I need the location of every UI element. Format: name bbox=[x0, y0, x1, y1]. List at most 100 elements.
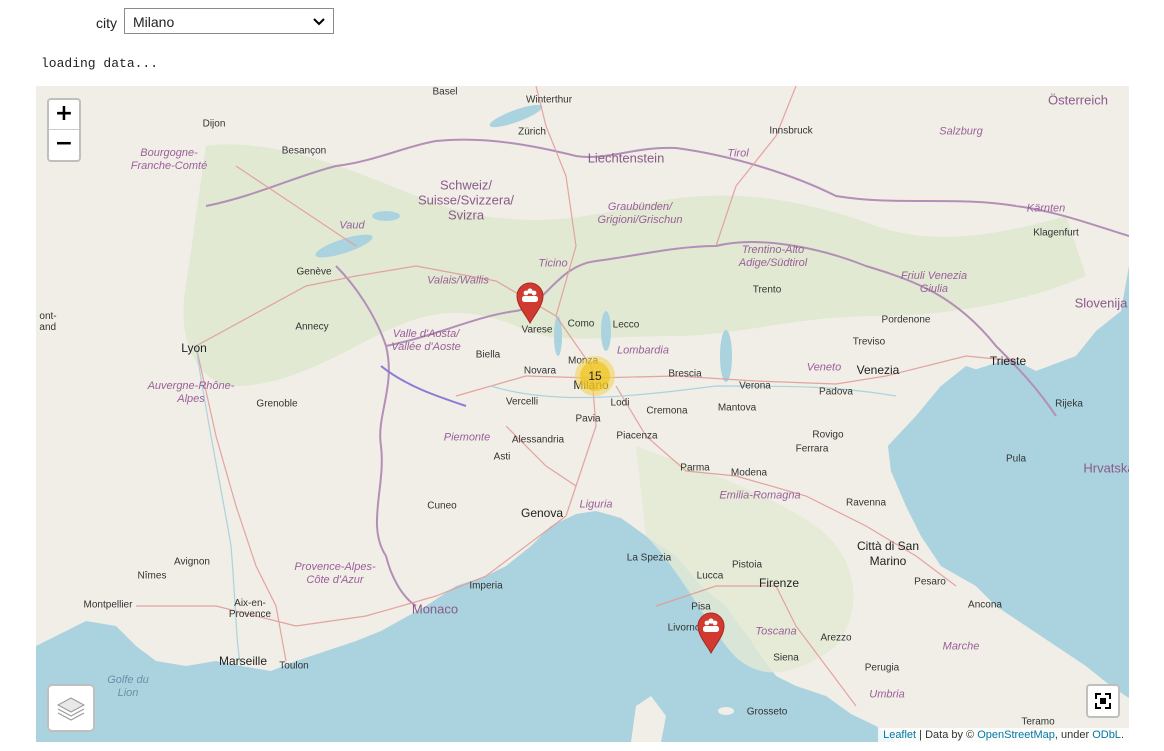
place-label: Cuneo bbox=[427, 500, 457, 512]
place-label: Dijon bbox=[202, 118, 226, 130]
place-label: Pisa bbox=[691, 601, 711, 613]
map-marker-pin-icon bbox=[516, 282, 544, 324]
place-label: Montpellier bbox=[83, 599, 133, 611]
place-label: Schweiz/ Suisse/Svizzera/ Svizra bbox=[417, 177, 515, 223]
place-label: Bourgogne- Franche-Comté bbox=[130, 147, 208, 172]
place-label: Pavia bbox=[575, 413, 601, 425]
leaflet-link[interactable]: Leaflet bbox=[883, 729, 916, 741]
place-label: Toulon bbox=[279, 660, 309, 672]
place-label: Biella bbox=[475, 349, 501, 361]
place-label: Lodi bbox=[610, 397, 630, 409]
city-select-value: Milano bbox=[133, 14, 175, 30]
place-label: Ancona bbox=[968, 599, 1002, 611]
place-label: Lombardia bbox=[617, 344, 669, 357]
place-label: Como bbox=[567, 318, 595, 330]
place-label: Slovenija bbox=[1074, 295, 1128, 311]
place-label: Kärnten bbox=[1026, 202, 1066, 215]
city-label: city bbox=[96, 15, 117, 31]
place-label: Trento bbox=[752, 284, 782, 296]
place-label: Città di San Marino bbox=[856, 539, 920, 568]
place-label: Brescia bbox=[668, 368, 702, 380]
place-label: Winterthur bbox=[525, 94, 573, 106]
place-label: Lyon bbox=[181, 341, 207, 355]
place-label: Parma bbox=[680, 462, 710, 474]
place-label: Liguria bbox=[579, 498, 613, 511]
place-label: Rijeka bbox=[1055, 398, 1083, 410]
status-text: loading data... bbox=[41, 56, 159, 71]
place-label: Rovigo bbox=[812, 429, 844, 441]
openstreetmap-link[interactable]: OpenStreetMap bbox=[977, 729, 1055, 741]
place-label: Avignon bbox=[174, 556, 210, 568]
place-label: Pesaro bbox=[914, 576, 946, 588]
place-label: Österreich bbox=[1048, 92, 1108, 108]
place-label: Friuli Venezia Giulia bbox=[900, 270, 968, 295]
place-label: Venezia bbox=[856, 363, 900, 377]
place-label: Innsbruck bbox=[769, 125, 813, 137]
place-label: Siena bbox=[773, 652, 799, 664]
place-label: Modena bbox=[730, 467, 768, 479]
odbl-link[interactable]: ODbL bbox=[1092, 729, 1121, 741]
layers-button[interactable] bbox=[47, 684, 95, 732]
place-label: Grosseto bbox=[746, 706, 788, 718]
map-marker-pin-icon bbox=[697, 612, 725, 654]
place-label: Klagenfurt bbox=[1033, 227, 1079, 239]
place-label: Asti bbox=[493, 451, 511, 463]
place-label: Liechtenstein bbox=[587, 150, 665, 166]
place-label: Umbria bbox=[869, 688, 905, 701]
place-label: Valle d'Aosta/ Vallée d'Aoste bbox=[391, 328, 461, 353]
place-label: Graubünden/ Grigioni/Grischun bbox=[597, 201, 683, 226]
map-marker-varese[interactable] bbox=[515, 282, 545, 324]
place-label: Alessandria bbox=[511, 434, 565, 446]
place-label: Provence-Alpes- Côte d'Azur bbox=[294, 561, 376, 586]
attribution-text: . bbox=[1120, 729, 1124, 741]
place-label: Genova bbox=[520, 506, 564, 520]
place-label: Toscana bbox=[755, 625, 797, 638]
place-label: La Spezia bbox=[626, 552, 672, 564]
place-label: Aix-en- Provence bbox=[228, 598, 272, 620]
place-label: Zürich bbox=[518, 126, 546, 138]
place-label: Veneto bbox=[806, 361, 842, 374]
place-label: Golfe du Lion bbox=[107, 674, 149, 699]
fullscreen-icon bbox=[1095, 693, 1111, 709]
map[interactable]: Basel Winterthur Zürich Dijon Besançon L… bbox=[36, 86, 1129, 742]
place-label: Verona bbox=[739, 380, 771, 392]
place-label: Genève bbox=[296, 266, 332, 278]
place-label: Auvergne-Rhône- Alpes bbox=[147, 380, 235, 405]
place-label: Arezzo bbox=[820, 632, 852, 644]
place-label: Hrvatska bbox=[1083, 460, 1129, 476]
place-label: Cremona bbox=[646, 405, 688, 417]
place-label: Lucca bbox=[696, 570, 724, 582]
place-label: Piemonte bbox=[443, 431, 491, 444]
place-label: Mantova bbox=[717, 402, 757, 414]
place-label: Pistoia bbox=[731, 559, 763, 571]
zoom-out-button[interactable]: − bbox=[49, 130, 79, 160]
map-marker-livorno[interactable] bbox=[696, 612, 726, 654]
place-label: Monaco bbox=[411, 601, 459, 617]
zoom-control: + − bbox=[47, 98, 81, 162]
layers-icon bbox=[56, 697, 86, 721]
attribution-text: , under bbox=[1054, 729, 1093, 741]
place-label: Emilia-Romagna bbox=[719, 489, 801, 502]
place-label: Ticino bbox=[538, 257, 568, 270]
place-label: Besançon bbox=[281, 145, 327, 157]
place-label: Tirol bbox=[727, 147, 749, 160]
place-label: Piacenza bbox=[616, 430, 658, 442]
place-label: Vercelli bbox=[505, 396, 539, 408]
marker-cluster[interactable]: 15 bbox=[575, 356, 615, 396]
place-label: Teramo bbox=[1021, 716, 1055, 728]
place-label: Imperia bbox=[469, 580, 503, 592]
place-label: Trieste bbox=[989, 354, 1027, 368]
place-label: Pula bbox=[1005, 453, 1027, 465]
place-label: Ravenna bbox=[845, 497, 887, 509]
place-label: Perugia bbox=[864, 662, 900, 674]
place-label: Nîmes bbox=[137, 570, 167, 582]
city-select[interactable]: Milano bbox=[124, 8, 334, 34]
fullscreen-button[interactable] bbox=[1086, 684, 1120, 718]
attribution-text: | Data by © bbox=[916, 729, 978, 741]
zoom-in-button[interactable]: + bbox=[49, 100, 79, 130]
place-label: Pordenone bbox=[881, 314, 931, 326]
place-label: Salzburg bbox=[939, 125, 983, 138]
place-label: Valais/Wallis bbox=[427, 274, 489, 287]
place-label: ont- and bbox=[39, 311, 57, 333]
city-filter: city Milano bbox=[0, 8, 360, 36]
